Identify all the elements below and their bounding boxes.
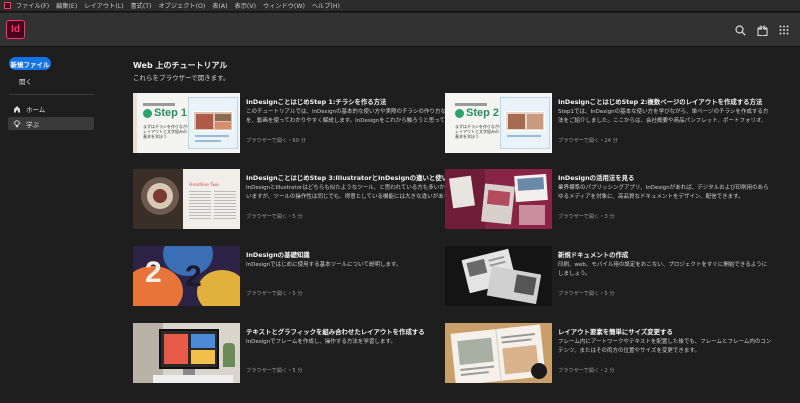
card-title[interactable]: InDesignことはじめStep 2:複数ページのレイアウトを作成する方法 xyxy=(558,97,773,106)
menu-view[interactable]: 表示(V) xyxy=(235,1,256,10)
tutorial-thumbnail xyxy=(445,169,552,229)
indesign-logo: Id xyxy=(6,20,25,39)
section-subtitle: これらをブラウザーで開きます。 xyxy=(133,74,230,82)
card-meta: ブラウザーで開く・5 分 xyxy=(558,291,615,297)
card-meta: ブラウザーで開く・24 分 xyxy=(558,138,618,144)
app-header: Id xyxy=(0,13,800,47)
tutorial-thumbnail xyxy=(133,323,240,383)
card-title[interactable]: レイアウト要素を簡単にサイズ変更する xyxy=(558,327,773,336)
app-mini-icon xyxy=(4,2,11,9)
menu-layout[interactable]: レイアウト(L) xyxy=(84,1,123,10)
card-description: InDesignでフレームを作成し、操作する方法を学習します。 xyxy=(246,339,396,345)
tutorial-card[interactable]: InDesignの活用法を見る 業界標準のパブリッシングアプリ、InDesign… xyxy=(445,169,769,229)
tutorial-card[interactable]: テキストとグラフィックを組み合わせたレイアウトを作成する InDesignでフレ… xyxy=(133,323,453,383)
tutorial-card[interactable]: Step 2 まずはチラシを作りながら！ レイアウトと文字組みの 基本を学ぼう … xyxy=(445,93,768,153)
thumb-headline: Headline Two xyxy=(189,183,219,188)
card-description: 業界標準のパブリッシングアプリ、InDesignがあれば、デジタルおよび印刷用の… xyxy=(558,185,769,200)
open-button[interactable]: 開く xyxy=(19,76,32,86)
menu-file[interactable]: ファイル(F) xyxy=(16,1,49,10)
tutorial-thumbnail: Step 1 まずはチラシを作りながら！ レイアウトと文字組みの 基本を学ぼう xyxy=(133,93,240,153)
card-title[interactable]: InDesignの基礎知識 xyxy=(246,250,461,259)
card-description: 印刷、web、モバイル用の設定をおこない、プロジェクトをすぐに開始できるようにし… xyxy=(558,262,768,277)
card-meta: ブラウザーで開く・3 分 xyxy=(558,214,615,220)
tutorial-thumbnail: 2 2 xyxy=(133,246,240,306)
card-title[interactable]: テキストとグラフィックを組み合わせたレイアウトを作成する xyxy=(246,327,461,336)
lightbulb-icon xyxy=(13,119,21,127)
card-description: InDesignとIllustratorはどちらも似たようなツール、と思われてい… xyxy=(246,185,456,200)
tutorial-thumbnail xyxy=(445,246,552,306)
thumb-numeral: 2 xyxy=(185,260,202,293)
menu-window[interactable]: ウィンドウ(W) xyxy=(263,1,305,10)
menu-edit[interactable]: 編集(E) xyxy=(56,1,77,10)
step-label: Step 2 xyxy=(466,107,500,119)
search-icon[interactable] xyxy=(732,22,748,38)
tutorial-thumbnail: Step 2 まずはチラシを作りながら！ レイアウトと文字組みの 基本を学ぼう xyxy=(445,93,552,153)
card-description: フレーム内にアートワークやテキストを配置した後でも、フレームとフレーム内のコンテ… xyxy=(558,339,772,354)
card-title[interactable]: InDesignことはじめStep 3:IllustratorとInDesign… xyxy=(246,173,461,182)
menu-object[interactable]: オブジェクト(O) xyxy=(158,1,205,10)
home-icon xyxy=(14,105,20,112)
card-meta: ブラウザーで開く・2 分 xyxy=(558,368,615,374)
card-description: Step1では、InDesignの基本な使い方を学びながら、単ページのチラシを作… xyxy=(558,109,769,124)
card-meta: ブラウザーで開く・5 分 xyxy=(246,291,303,297)
card-title[interactable]: InDesignの活用法を見る xyxy=(558,173,773,182)
menu-help[interactable]: ヘルプ(H) xyxy=(312,1,340,10)
sidebar-divider xyxy=(9,94,94,95)
tutorial-card[interactable]: レイアウト要素を簡単にサイズ変更する フレーム内にアートワークやテキストを配置し… xyxy=(445,323,771,383)
sidebar-item-learn[interactable]: 学ぶ xyxy=(8,117,94,130)
sidebar-item-label: 学ぶ xyxy=(26,120,39,129)
tutorial-card[interactable]: Step 1 まずはチラシを作りながら！ レイアウトと文字組みの 基本を学ぼう … xyxy=(133,93,456,153)
section-title: Web 上のチュートリアル xyxy=(133,61,228,70)
card-title[interactable]: 新規ドキュメントの作成 xyxy=(558,250,773,259)
tutorial-thumbnail: Headline Two xyxy=(133,169,240,229)
tutorial-card[interactable]: 2 2 InDesignの基礎知識 InDesignではじめに使用する基本ツール… xyxy=(133,246,453,306)
menu-table[interactable]: 表(A) xyxy=(212,1,227,10)
tutorial-card[interactable]: 新規ドキュメントの作成 印刷、web、モバイル用の設定をおこない、プロジェクトを… xyxy=(445,246,767,306)
thumb-numeral: 2 xyxy=(145,256,162,289)
sidebar: 新規ファイル 開く ホーム 学ぶ xyxy=(0,48,104,403)
gift-icon[interactable] xyxy=(754,22,770,38)
step-label: Step 1 xyxy=(154,107,188,119)
grid-icon[interactable] xyxy=(776,22,792,38)
menu-bar: ファイル(F) 編集(E) レイアウト(L) 書式(T) オブジェクト(O) 表… xyxy=(0,0,800,12)
tutorial-card[interactable]: Headline Two InDesignことはじめStep 3:Illustr… xyxy=(133,169,461,229)
sidebar-item-home[interactable]: ホーム xyxy=(8,102,94,115)
card-meta: ブラウザーで開く・5 分 xyxy=(246,214,303,220)
menu-type[interactable]: 書式(T) xyxy=(130,1,151,10)
card-description: InDesignではじめに使用する基本ツールについて説明します。 xyxy=(246,262,402,268)
sidebar-item-label: ホーム xyxy=(26,105,46,114)
card-meta: ブラウザーで開く・5 分 xyxy=(246,368,303,374)
card-meta: ブラウザーで開く・60 分 xyxy=(246,138,306,144)
new-file-button[interactable]: 新規ファイル xyxy=(9,57,51,70)
tutorial-thumbnail xyxy=(445,323,552,383)
card-title[interactable]: InDesignことはじめStep 1:チラシを作る方法 xyxy=(246,97,461,106)
card-description: このチュートリアルでは、InDesignの基本的な使い方や実際のチラシの作り方な… xyxy=(246,109,456,124)
